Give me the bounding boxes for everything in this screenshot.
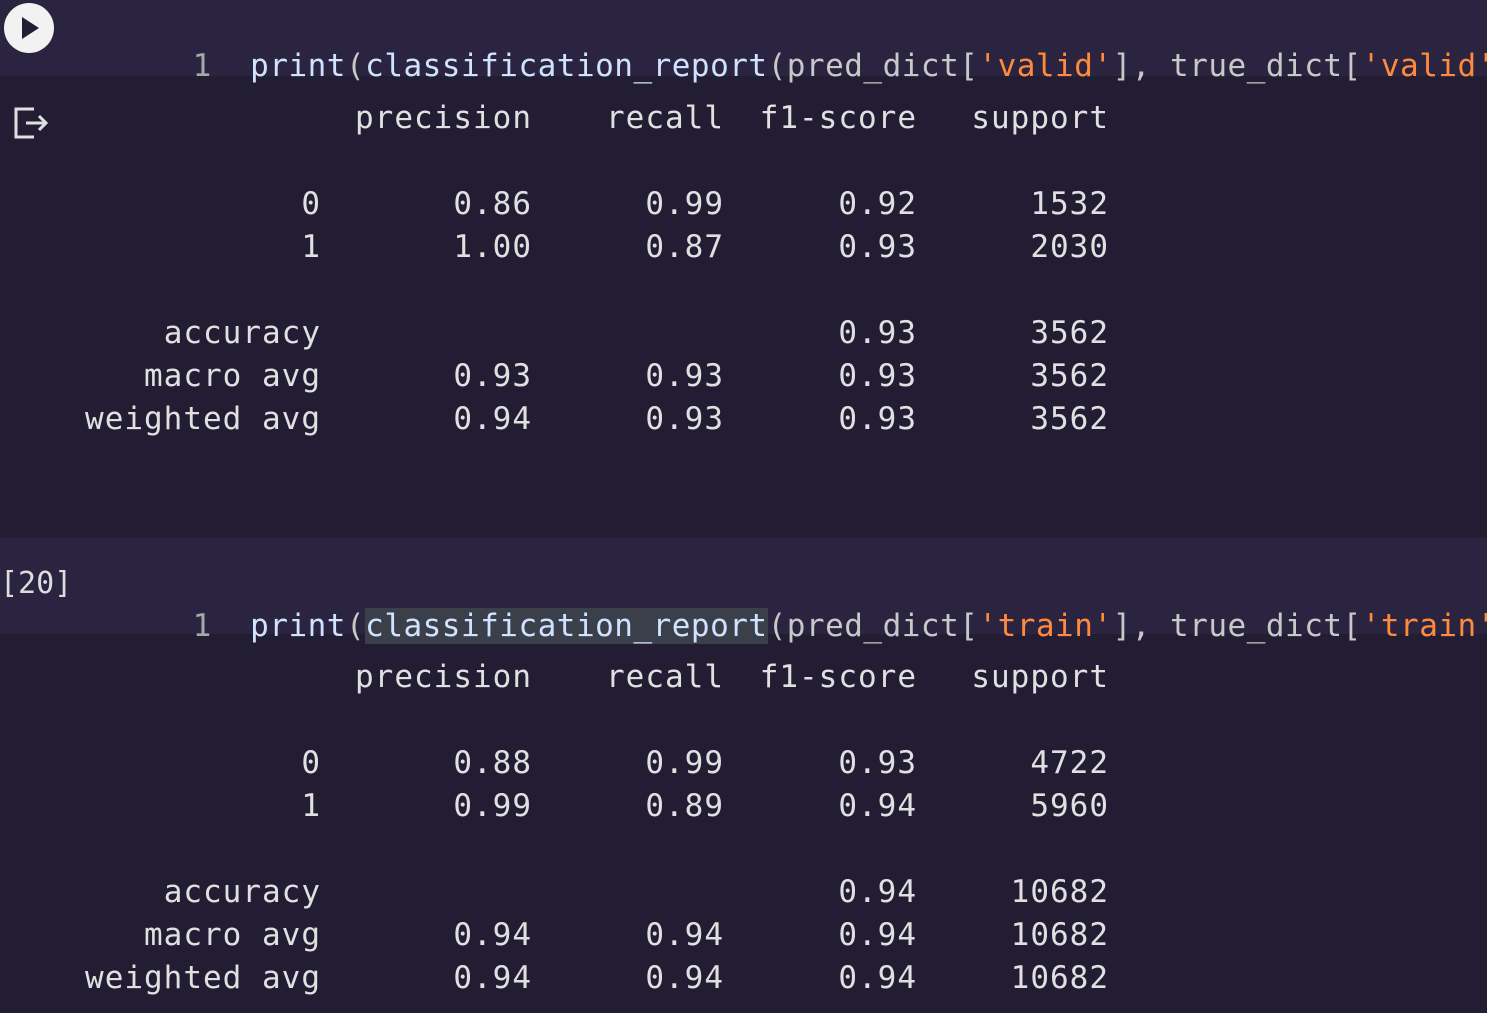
code-token-string: 'train' [1361, 608, 1487, 644]
f1-score-value: 0.92 [838, 186, 917, 222]
precision-value: 0.93 [453, 358, 532, 394]
recall-value: 0.87 [645, 229, 724, 265]
code-token: ( [345, 48, 366, 84]
support-value: 10682 [1010, 917, 1109, 953]
support-value: 5960 [1030, 788, 1109, 824]
code-token: ], true_dict[ [1112, 608, 1362, 644]
code-token: ( [345, 608, 366, 644]
f1-score-value: 0.94 [838, 917, 917, 953]
precision-value: 0.94 [453, 401, 532, 437]
precision-value: 0.88 [453, 745, 532, 781]
support-value: 10682 [1010, 874, 1109, 910]
support-value: 2030 [1030, 229, 1109, 265]
code-token-print: print [250, 48, 346, 84]
row-label: 1 [301, 788, 321, 824]
precision-value: 0.94 [453, 917, 532, 953]
code-token-string: 'valid' [1361, 48, 1487, 84]
row-label: 1 [301, 229, 321, 265]
row-label: macro avg [144, 358, 321, 394]
code-token-function: classification_report [365, 608, 768, 644]
code-token: (pred_dict[ [767, 608, 979, 644]
f1-score-value: 0.93 [838, 358, 917, 394]
support-value: 10682 [1010, 960, 1109, 996]
header-f1-score: f1-score [759, 100, 917, 136]
output-icon[interactable] [12, 103, 52, 143]
code-token: (pred_dict[ [767, 48, 979, 84]
code-token-print: print [250, 608, 346, 644]
support-value: 3562 [1030, 401, 1109, 437]
precision-value: 0.86 [453, 186, 532, 222]
header-precision: precision [355, 100, 532, 136]
support-value: 1532 [1030, 186, 1109, 222]
header-support: support [971, 100, 1109, 136]
f1-score-value: 0.93 [838, 315, 917, 351]
f1-score-value: 0.94 [838, 960, 917, 996]
recall-value: 0.89 [645, 788, 724, 824]
recall-value: 0.99 [645, 186, 724, 222]
header-support: support [971, 659, 1109, 695]
execution-count: [20] [0, 566, 73, 601]
support-value: 3562 [1030, 315, 1109, 351]
row-label: weighted avg [85, 401, 321, 437]
f1-score-value: 0.94 [838, 874, 917, 910]
recall-value: 0.94 [645, 960, 724, 996]
f1-score-value: 0.94 [838, 788, 917, 824]
code-token-string: 'train' [978, 608, 1113, 644]
code-cell-1-input[interactable]: 1 print(classification_report(pred_dict[… [0, 0, 1487, 84]
row-label: accuracy [163, 315, 321, 351]
code-cell-2-input[interactable]: [20] 1 print(classification_report(pred_… [0, 538, 1487, 644]
support-value: 4722 [1030, 745, 1109, 781]
f1-score-value: 0.93 [838, 745, 917, 781]
run-button[interactable] [4, 3, 54, 53]
support-value: 3562 [1030, 358, 1109, 394]
header-recall: recall [606, 100, 724, 136]
code-token-function: classification_report [365, 48, 768, 84]
precision-value: 0.99 [453, 788, 532, 824]
precision-value: 0.94 [453, 960, 532, 996]
header-recall: recall [606, 659, 724, 695]
recall-value: 0.93 [645, 358, 724, 394]
recall-value: 0.93 [645, 401, 724, 437]
precision-value: 1.00 [453, 229, 532, 265]
recall-value: 0.99 [645, 745, 724, 781]
row-label: accuracy [163, 874, 321, 910]
recall-value: 0.94 [645, 917, 724, 953]
header-precision: precision [355, 659, 532, 695]
code-token-string: 'valid' [978, 48, 1113, 84]
line-number: 1 [192, 48, 212, 84]
code-token: ], true_dict[ [1112, 48, 1362, 84]
f1-score-value: 0.93 [838, 401, 917, 437]
header-f1-score: f1-score [759, 659, 917, 695]
row-label: 0 [301, 186, 321, 222]
f1-score-value: 0.93 [838, 229, 917, 265]
row-label: macro avg [144, 917, 321, 953]
row-label: 0 [301, 745, 321, 781]
play-icon [22, 17, 39, 39]
line-number: 1 [192, 608, 212, 644]
row-label: weighted avg [85, 960, 321, 996]
